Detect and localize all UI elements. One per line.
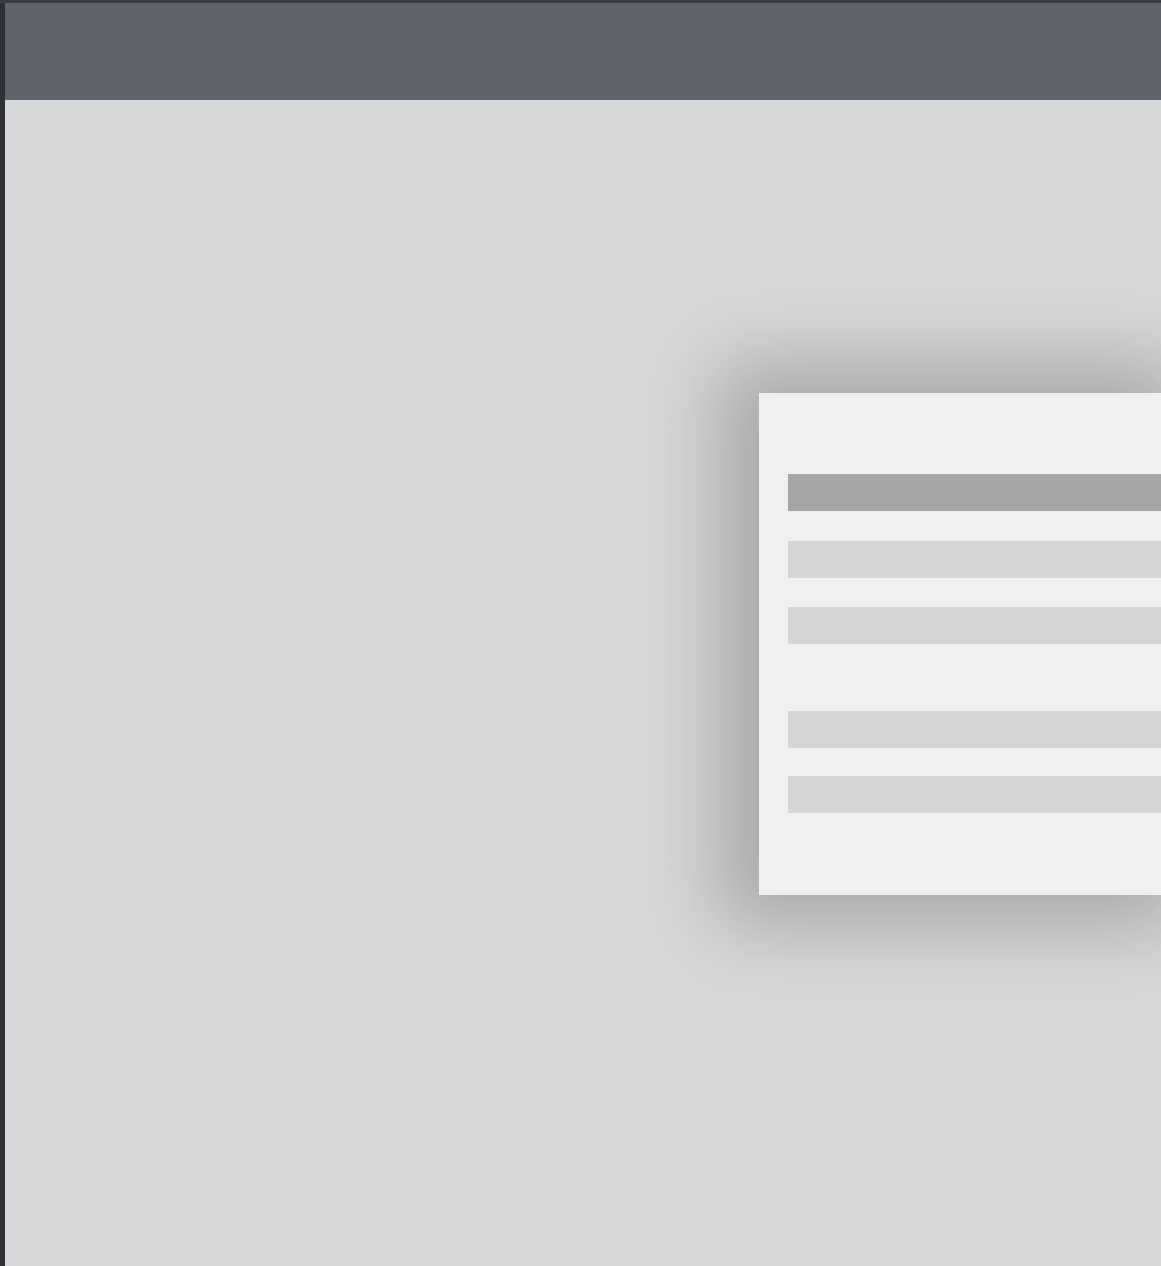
panel-item-1[interactable] (788, 474, 1161, 511)
title-bar (5, 3, 1161, 100)
panel-item-2[interactable] (788, 541, 1161, 578)
app-window (5, 3, 1161, 1266)
panel-item-3[interactable] (788, 607, 1161, 644)
panel-item-5[interactable] (788, 776, 1161, 813)
panel-item-4[interactable] (788, 711, 1161, 748)
popup-panel (759, 393, 1161, 895)
